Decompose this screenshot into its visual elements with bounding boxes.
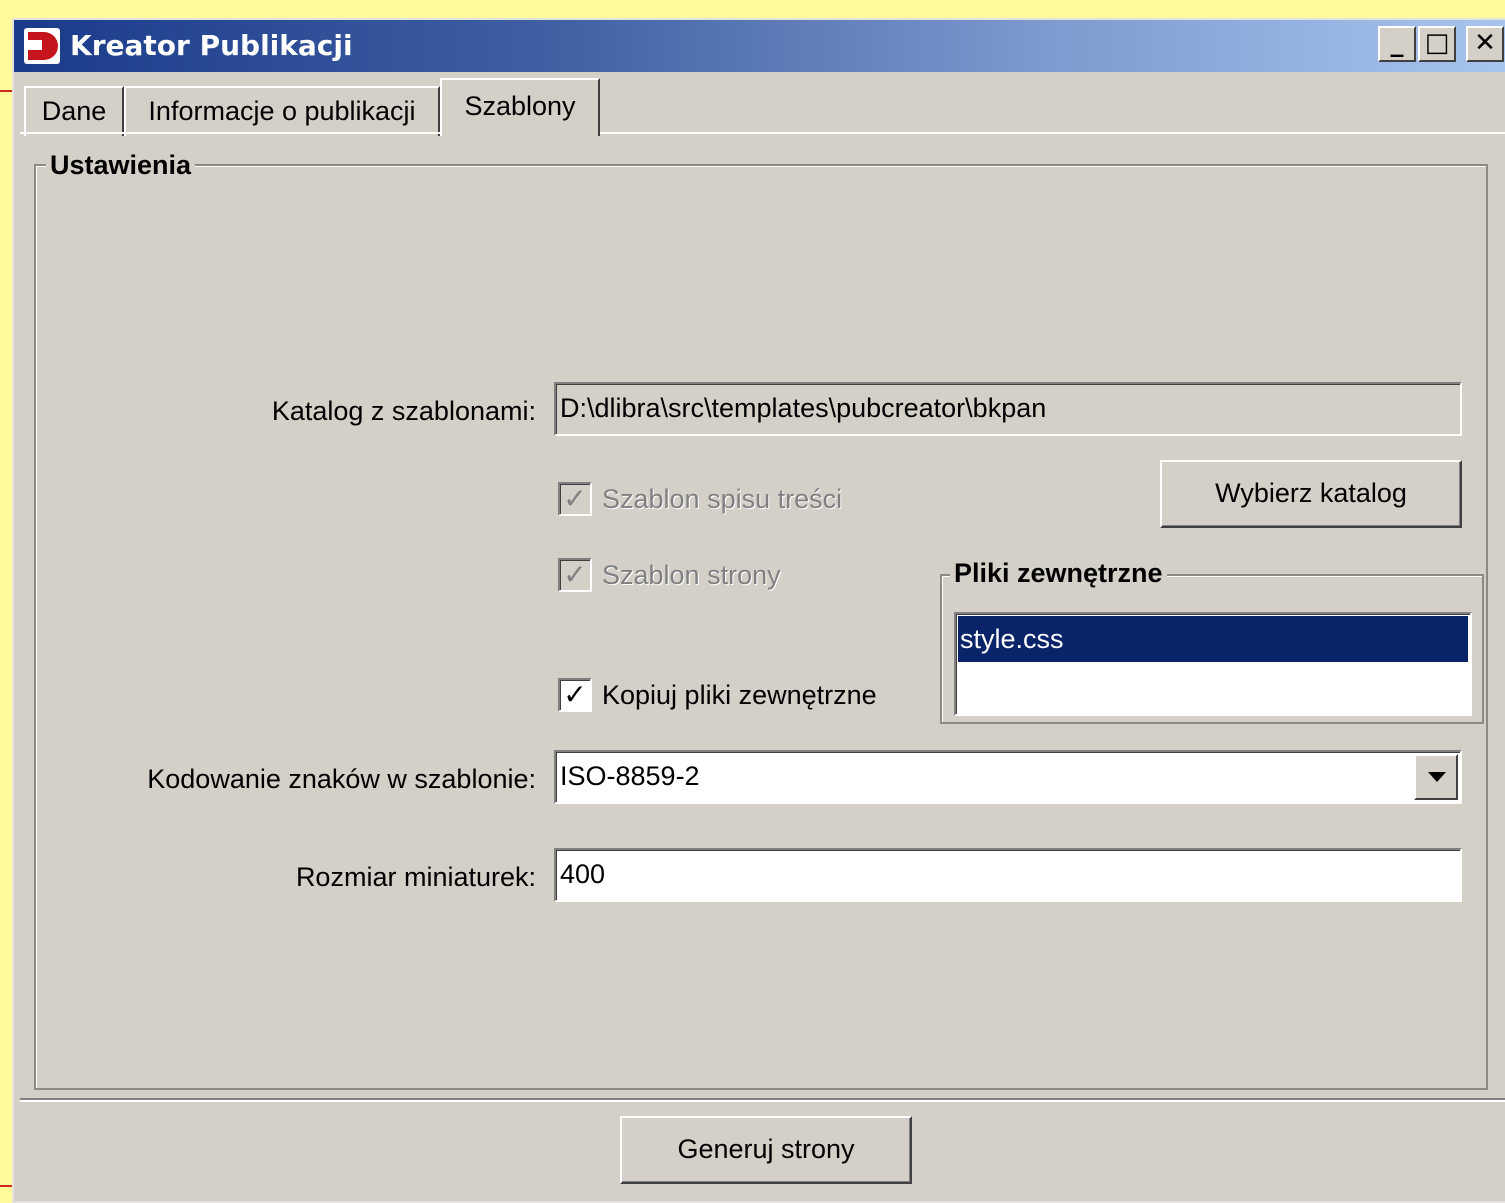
thumb-size-input[interactable]: 400 [554,848,1462,902]
checkbox-toc-template-label: Szablon spisu treści [602,484,843,514]
tab-panel-szablony: Ustawienia Katalog z szablonami: D:\dlib… [20,132,1505,1098]
thumb-size-label: Rozmiar miniaturek: [295,862,536,892]
template-dir-field[interactable]: D:\dlibra\src\templates\pubcreator\bkpan [554,382,1462,436]
tab-szablony[interactable]: Szablony [440,78,600,136]
minimize-button[interactable]: _ [1378,26,1416,62]
external-files-group: Pliki zewnętrzne style.css [940,556,1484,724]
encoding-select[interactable]: ISO-8859-2 [554,750,1462,804]
maximize-button[interactable]: □ [1418,26,1456,62]
encoding-label: Kodowanie znaków w szablonie: [147,764,536,794]
checkbox-copy-external-label: Kopiuj pliki zewnętrzne [602,680,877,710]
check-mark-icon: ✓ [558,678,592,712]
window-title: Kreator Publikacji [70,29,353,62]
background-line [0,1185,12,1187]
choose-dir-button[interactable]: Wybierz katalog [1160,460,1462,528]
check-mark-icon: ✓ [558,558,592,592]
encoding-dropdown-button[interactable] [1414,754,1458,800]
app-window: Kreator Publikacji _ □ ✕ Dane Informacje… [12,18,1505,1203]
checkbox-page-template-label: Szablon strony [602,560,781,590]
title-bar[interactable]: Kreator Publikacji _ □ ✕ [14,20,1505,72]
external-files-list[interactable]: style.css [954,612,1472,716]
checkbox-page-template[interactable]: ✓ Szablon strony [558,556,918,596]
list-item[interactable]: style.css [958,616,1468,662]
checkbox-toc-template[interactable]: ✓ Szablon spisu treści [558,480,958,520]
footer-separator [20,1098,1505,1102]
check-mark-icon: ✓ [558,482,592,516]
generate-pages-button[interactable]: Generuj strony [620,1116,912,1184]
external-files-title: Pliki zewnętrzne [950,556,1167,590]
tab-dane[interactable]: Dane [24,86,124,136]
chevron-down-icon [1428,772,1446,782]
tab-informacje-o-publikacji[interactable]: Informacje o publikacji [124,86,440,136]
close-button[interactable]: ✕ [1466,26,1504,62]
settings-group-title: Ustawienia [46,148,196,182]
dlibra-logo-icon [24,28,60,64]
template-dir-label: Katalog z szablonami: [271,396,536,426]
checkbox-copy-external[interactable]: ✓ Kopiuj pliki zewnętrzne [558,676,938,716]
encoding-value: ISO-8859-2 [560,761,700,791]
